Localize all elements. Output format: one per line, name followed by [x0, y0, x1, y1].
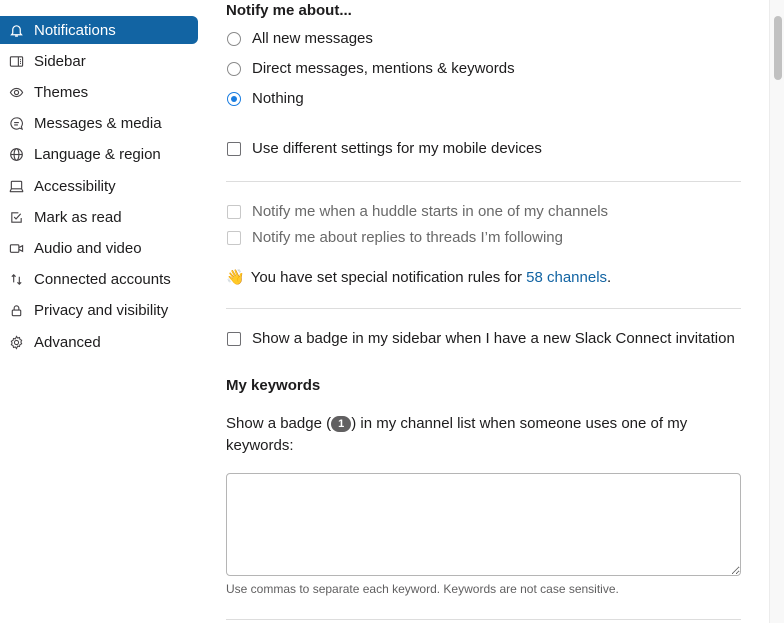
- sidebar-icon: [7, 52, 25, 70]
- channels-link[interactable]: 58 channels: [526, 269, 607, 286]
- radio-option-all-messages[interactable]: All new messages: [226, 30, 373, 47]
- vertical-scrollbar[interactable]: [769, 0, 784, 623]
- mention-badge: 1: [331, 416, 352, 432]
- waving-hand-icon: 👋: [226, 269, 245, 286]
- sidebar-item-language-region[interactable]: Language & region: [0, 140, 198, 168]
- sidebar-item-connected-accounts[interactable]: Connected accounts: [0, 265, 198, 293]
- radio-option-direct-mentions[interactable]: Direct messages, mentions & keywords: [226, 60, 515, 77]
- slack-connect-checkbox-row[interactable]: Show a badge in my sidebar when I have a…: [226, 330, 735, 347]
- sidebar-item-label: Advanced: [34, 333, 101, 351]
- rules-text: You have set special notification rules …: [250, 268, 527, 286]
- sidebar-item-mark-as-read[interactable]: Mark as read: [0, 203, 198, 231]
- radio-button[interactable]: [227, 61, 241, 76]
- sidebar-item-label: Connected accounts: [34, 270, 171, 288]
- laptop-icon: [7, 177, 25, 195]
- rules-suffix: .: [607, 268, 612, 286]
- keywords-input[interactable]: [226, 473, 741, 576]
- sidebar-item-label: Themes: [34, 83, 89, 101]
- sidebar-item-label: Mark as read: [34, 208, 122, 226]
- message-icon: [7, 114, 25, 132]
- video-icon: [7, 239, 25, 257]
- sidebar-item-label: Messages & media: [34, 114, 162, 132]
- gear-icon: [7, 333, 25, 351]
- arrows-updown-icon: [7, 270, 25, 288]
- checkbox-label: Use different settings for my mobile dev…: [252, 140, 542, 157]
- sidebar-item-accessibility[interactable]: Accessibility: [0, 172, 198, 200]
- sidebar-item-sidebar[interactable]: Sidebar: [0, 47, 198, 75]
- threads-checkbox[interactable]: [227, 230, 241, 245]
- slack-connect-checkbox[interactable]: [227, 331, 241, 346]
- desc-prefix: Show a badge (: [226, 415, 332, 432]
- keywords-description: Show a badge (1) in my channel list when…: [226, 413, 706, 457]
- notifications-panel: Notify me about... All new messages Dire…: [226, 0, 741, 623]
- mobile-settings-checkbox-row[interactable]: Use different settings for my mobile dev…: [226, 140, 542, 157]
- special-rules-notice: 👋 You have set special notification rule…: [226, 268, 612, 287]
- checkbox-label: Show a badge in my sidebar when I have a…: [252, 330, 735, 347]
- section-divider: [226, 308, 741, 309]
- preferences-sidebar: Notifications Sidebar Themes Messages & …: [0, 0, 200, 623]
- section-divider: [226, 619, 741, 620]
- sidebar-item-label: Accessibility: [34, 177, 116, 195]
- section-divider: [226, 181, 741, 182]
- sidebar-item-label: Language & region: [34, 145, 161, 163]
- radio-label: All new messages: [252, 30, 373, 47]
- notify-section-title: Notify me about...: [226, 2, 352, 19]
- sidebar-item-label: Privacy and visibility: [34, 301, 169, 319]
- sidebar-item-themes[interactable]: Themes: [0, 78, 198, 106]
- preferences-window: Notifications Sidebar Themes Messages & …: [0, 0, 784, 623]
- lock-icon: [7, 301, 25, 319]
- huddle-checkbox[interactable]: [227, 204, 241, 219]
- keywords-hint: Use commas to separate each keyword. Key…: [226, 582, 619, 596]
- globe-icon: [7, 145, 25, 163]
- sidebar-item-notifications[interactable]: Notifications: [0, 16, 198, 44]
- check-square-icon: [7, 208, 25, 226]
- mobile-settings-checkbox[interactable]: [227, 141, 241, 156]
- radio-option-nothing[interactable]: Nothing: [226, 90, 304, 107]
- radio-label: Direct messages, mentions & keywords: [252, 60, 515, 77]
- radio-label: Nothing: [252, 90, 304, 107]
- radio-button[interactable]: [227, 31, 241, 46]
- threads-checkbox-row[interactable]: Notify me about replies to threads I’m f…: [226, 229, 563, 246]
- scrollbar-thumb[interactable]: [774, 16, 782, 80]
- checkbox-label: Notify me about replies to threads I’m f…: [252, 229, 563, 246]
- eye-icon: [7, 83, 25, 101]
- checkbox-label: Notify me when a huddle starts in one of…: [252, 203, 609, 220]
- keywords-section-title: My keywords: [226, 377, 321, 394]
- sidebar-item-advanced[interactable]: Advanced: [0, 328, 198, 356]
- sidebar-item-messages-media[interactable]: Messages & media: [0, 109, 198, 137]
- sidebar-item-label: Notifications: [34, 21, 116, 39]
- sidebar-item-privacy-visibility[interactable]: Privacy and visibility: [0, 296, 198, 324]
- bell-icon: [7, 21, 25, 39]
- radio-button-selected[interactable]: [227, 91, 241, 106]
- sidebar-item-audio-video[interactable]: Audio and video: [0, 234, 198, 262]
- sidebar-item-label: Audio and video: [34, 239, 142, 257]
- sidebar-item-label: Sidebar: [34, 52, 86, 70]
- huddle-checkbox-row[interactable]: Notify me when a huddle starts in one of…: [226, 203, 608, 220]
